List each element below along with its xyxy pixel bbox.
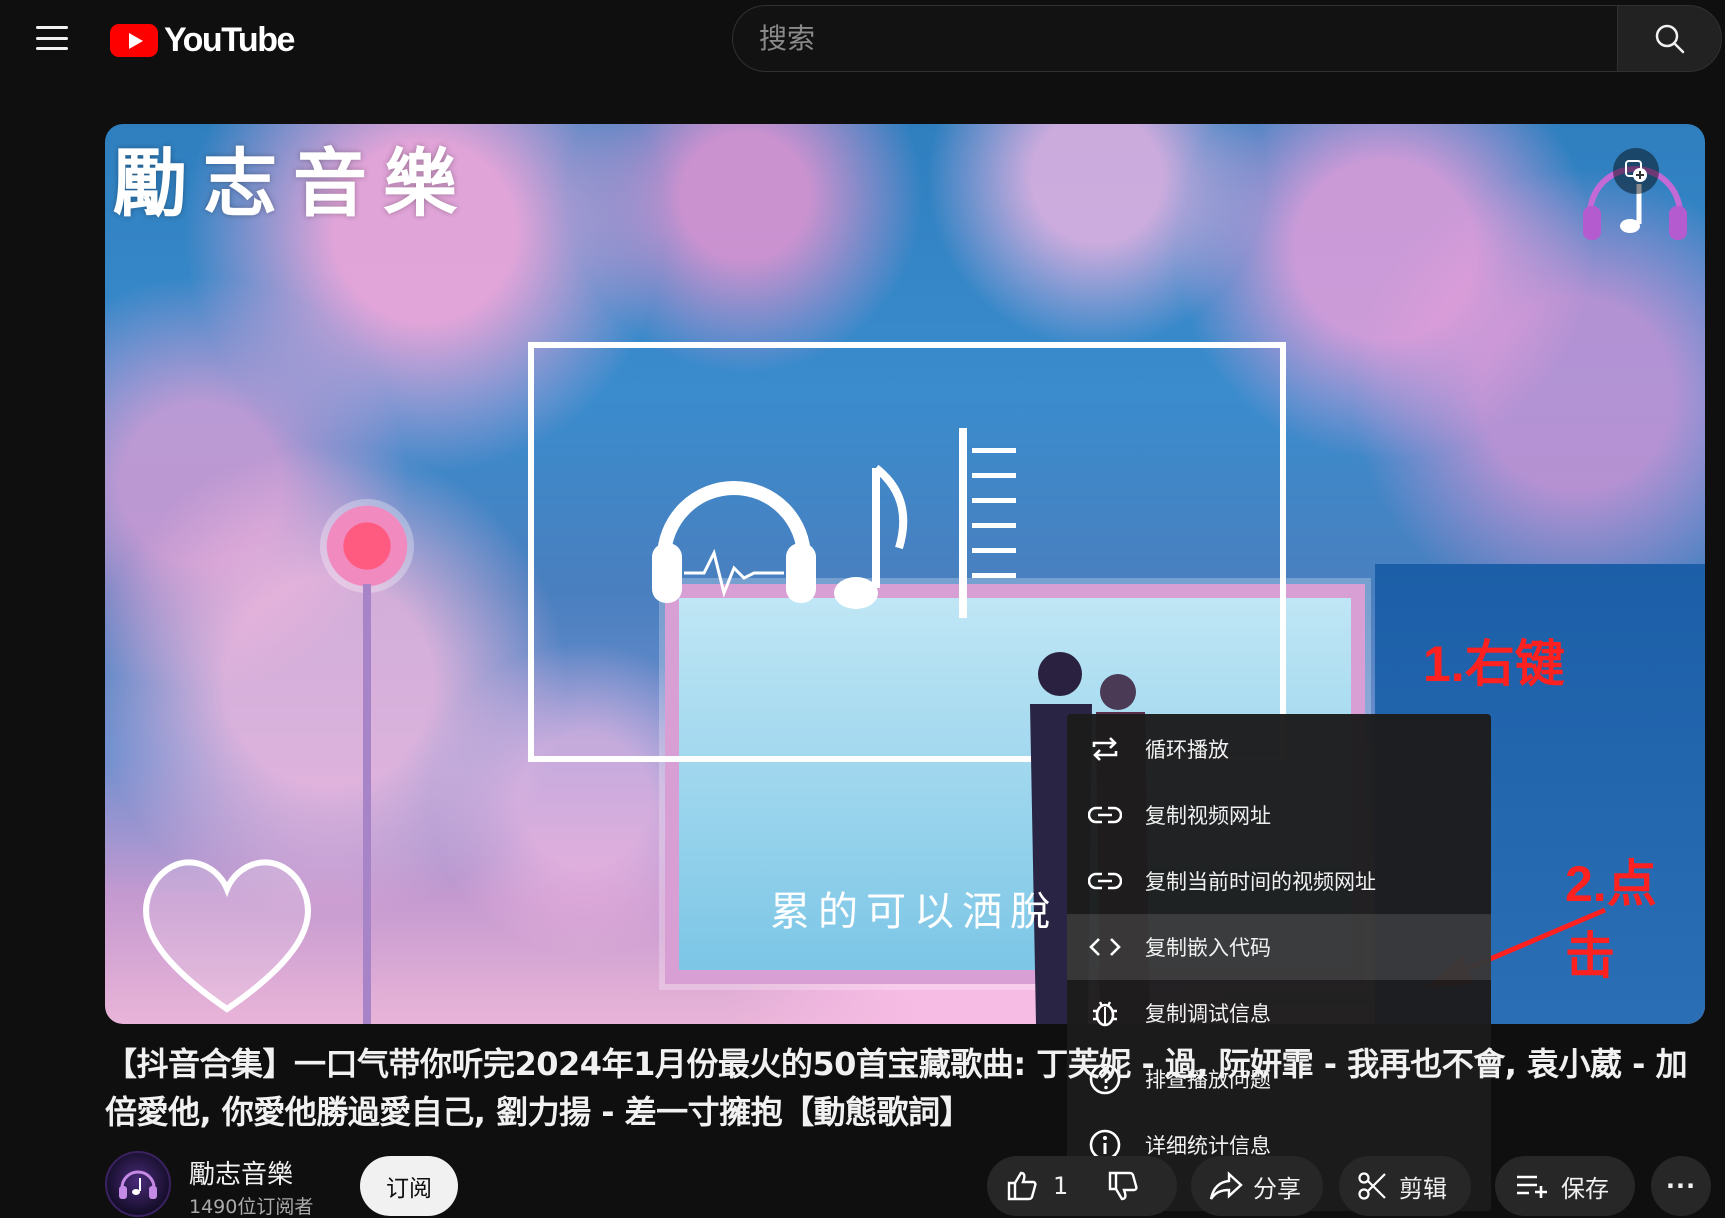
like-button[interactable]: 1 xyxy=(987,1169,1068,1203)
youtube-play-icon xyxy=(110,23,158,57)
save-button[interactable]: 保存 xyxy=(1495,1156,1635,1216)
add-to-queue-button[interactable] xyxy=(1613,148,1659,194)
video-title: 【抖音合集】一口气带你听完2024年1月份最火的50首宝藏歌曲: 丁芙妮 - 過… xyxy=(105,1045,1688,1131)
menu-item-label: 复制当前时间的视频网址 xyxy=(1145,870,1376,894)
menu-item-copy-video-url[interactable]: 复制视频网址 xyxy=(1067,782,1491,848)
menu-item-copy-embed-code[interactable]: 复制嵌入代码 xyxy=(1067,914,1491,980)
bug-icon xyxy=(1087,995,1123,1031)
top-bar: YouTube xyxy=(0,0,1725,80)
playlist-add-icon xyxy=(1517,1175,1547,1198)
logo-text: YouTube xyxy=(164,20,295,59)
clip-label: 剪辑 xyxy=(1399,1174,1447,1203)
like-count: 1 xyxy=(1053,1172,1069,1200)
share-icon xyxy=(1209,1171,1243,1200)
menu-item-label: 循环播放 xyxy=(1145,738,1229,762)
lyric-caption: 累的可以洒脫 xyxy=(770,889,1058,935)
channel-watermark: 勵志音樂 xyxy=(113,141,473,227)
menu-item-copy-url-at-time[interactable]: 复制当前时间的视频网址 xyxy=(1067,848,1491,914)
channel-name[interactable]: 勵志音樂 xyxy=(189,1154,293,1191)
save-label: 保存 xyxy=(1561,1174,1609,1203)
search-input[interactable] xyxy=(732,5,1617,72)
video-actions-row: 勵志音樂 1490位订阅者 订阅 1 分享 剪辑 保存 ··· xyxy=(105,1150,1725,1218)
more-icon: ··· xyxy=(1665,1172,1697,1200)
share-label: 分享 xyxy=(1253,1174,1301,1203)
thumbs-up-icon xyxy=(1007,1171,1037,1201)
thumbs-down-icon xyxy=(1109,1171,1138,1201)
channel-avatar[interactable] xyxy=(105,1151,171,1217)
loop-icon xyxy=(1087,731,1123,767)
add-to-queue-icon xyxy=(1625,160,1647,182)
clip-button[interactable]: 剪辑 xyxy=(1339,1156,1471,1216)
menu-item-label: 复制嵌入代码 xyxy=(1145,936,1271,960)
menu-item-loop[interactable]: 循环播放 xyxy=(1067,716,1491,782)
menu-item-label: 复制调试信息 xyxy=(1145,1002,1271,1026)
code-icon xyxy=(1087,929,1123,965)
scene-lamp-pole xyxy=(363,584,371,1024)
link-icon xyxy=(1087,863,1123,899)
heart-decoration xyxy=(127,844,327,1024)
menu-item-label: 复制视频网址 xyxy=(1145,804,1271,828)
scissors-icon xyxy=(1358,1172,1386,1200)
context-menu: 循环播放 复制视频网址 复制当前时间的视频网址 复制嵌入代码 复制调试信息 排查… xyxy=(1067,714,1491,1211)
subscriber-count: 1490位订阅者 xyxy=(189,1196,314,1218)
scene-lamp xyxy=(320,499,414,593)
annotation-step1: 1.右键 xyxy=(1423,636,1565,692)
youtube-logo[interactable]: YouTube xyxy=(110,20,295,60)
link-icon xyxy=(1087,797,1123,833)
dislike-button[interactable] xyxy=(1106,1169,1140,1203)
share-button[interactable]: 分享 xyxy=(1191,1156,1323,1216)
search-button[interactable] xyxy=(1617,5,1722,72)
subscribe-button[interactable]: 订阅 xyxy=(360,1156,458,1216)
search-bar xyxy=(732,5,1722,72)
hamburger-menu-icon[interactable] xyxy=(32,20,72,56)
search-icon xyxy=(1655,24,1684,53)
like-dislike-group: 1 xyxy=(987,1156,1177,1216)
more-actions-button[interactable]: ··· xyxy=(1651,1156,1711,1216)
headset-icon xyxy=(119,1170,157,1199)
headphones-note-icon xyxy=(652,464,908,609)
menu-item-copy-debug-info[interactable]: 复制调试信息 xyxy=(1067,980,1491,1046)
